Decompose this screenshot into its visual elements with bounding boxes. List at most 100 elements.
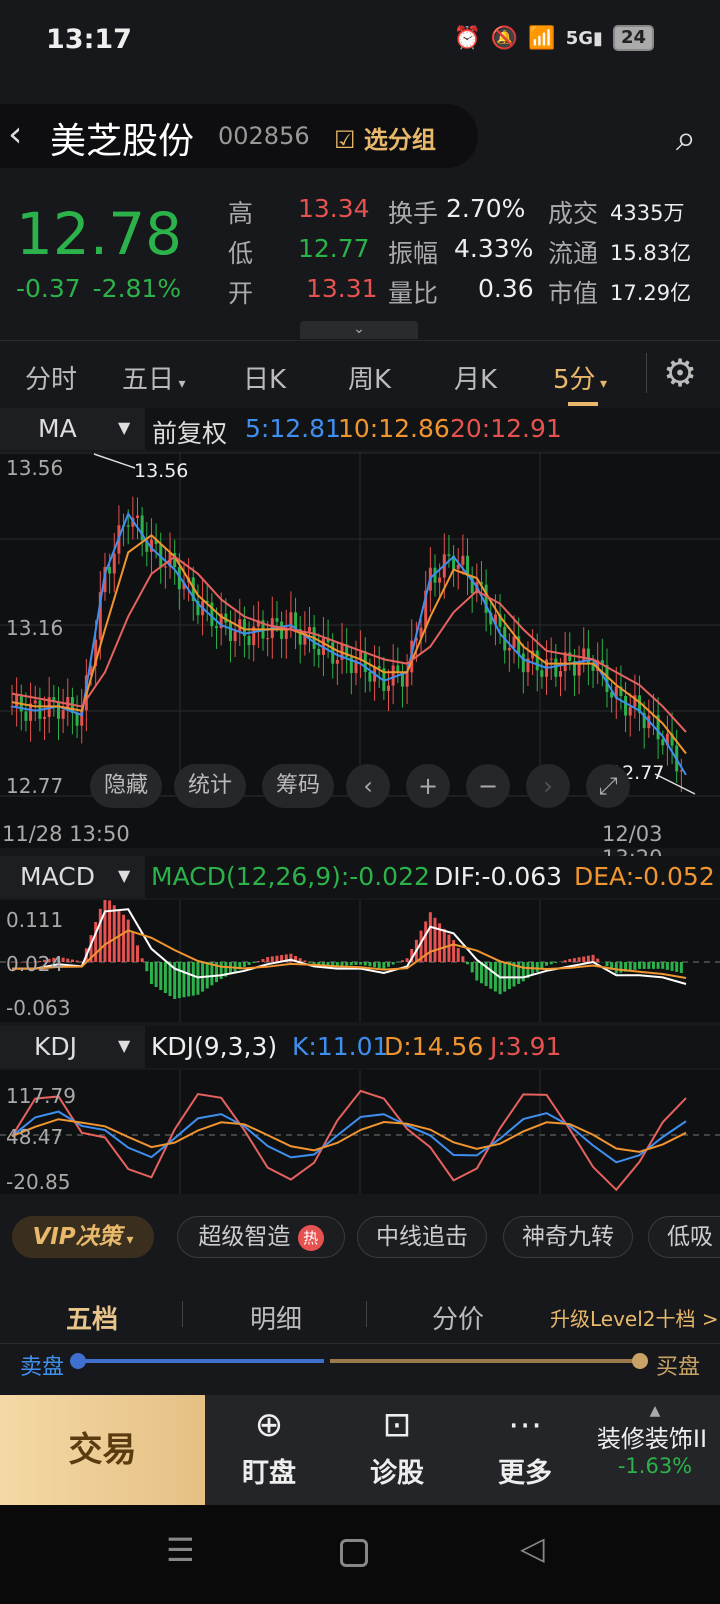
- more-label: 更多: [498, 1458, 552, 1489]
- kdj-dropdown[interactable]: KDJ ▼: [0, 1026, 145, 1068]
- more-button[interactable]: ⋯ 更多: [470, 1405, 580, 1490]
- active-tab-indicator: [568, 402, 598, 406]
- candle-body: [43, 716, 47, 719]
- fullscreen-button[interactable]: ⤢: [586, 764, 630, 808]
- watch-button[interactable]: ⊕ 盯盘: [214, 1405, 324, 1490]
- back-icon[interactable]: ‹: [8, 114, 22, 155]
- quote-label: 成交: [548, 199, 599, 228]
- tab-five-levels[interactable]: 五档: [66, 1299, 118, 1336]
- scroll-right-button[interactable]: ›: [526, 764, 570, 808]
- hot-badge: 热: [297, 1224, 324, 1251]
- search-icon[interactable]: ⌕: [676, 118, 696, 160]
- pill-super-smart[interactable]: 超级智造 热: [177, 1216, 345, 1258]
- signal-icon: 5G▮: [565, 27, 603, 49]
- pill-low-buy[interactable]: 低吸: [648, 1216, 720, 1258]
- back-nav-icon[interactable]: ◁: [520, 1529, 545, 1567]
- macd-bar: [122, 914, 126, 962]
- kdj-chart[interactable]: 117.79 48.47 -20.85: [0, 1070, 720, 1194]
- macd-bar: [266, 957, 270, 962]
- scroll-left-button[interactable]: ‹: [346, 764, 390, 808]
- candle-body: [391, 665, 395, 686]
- candle-body: [228, 622, 232, 642]
- period-tabs: 分时 五日 ▾ 日K 周K 月K 5分 ▾ ⚙: [0, 340, 720, 406]
- buy-bar: [330, 1359, 640, 1363]
- candle-body: [368, 672, 372, 682]
- tab-details[interactable]: 明细: [250, 1299, 302, 1336]
- diagnose-button[interactable]: ⊡ 诊股: [342, 1405, 452, 1490]
- tab-monthly-k[interactable]: 月K: [454, 359, 497, 396]
- j-value: J:3.91: [490, 1032, 562, 1061]
- macd-bar: [191, 962, 195, 996]
- indicator-label: KDJ: [34, 1032, 78, 1061]
- kdj-y-mid: 48.47: [6, 1125, 64, 1149]
- macd-bar: [405, 958, 409, 962]
- sector-name: 装修装饰II: [596, 1425, 708, 1453]
- sell-bar: [78, 1359, 324, 1363]
- tab-weekly-k[interactable]: 周K: [348, 359, 391, 396]
- macd-bar: [475, 962, 479, 981]
- stats-button[interactable]: 统计: [174, 764, 246, 808]
- upgrade-level2-link[interactable]: 升级Level2十档 >: [550, 1303, 719, 1332]
- macd-bars: [10, 900, 683, 999]
- select-group-button[interactable]: ☑ 选分组: [334, 120, 436, 155]
- gear-icon[interactable]: ⚙: [663, 351, 697, 395]
- macd-chart[interactable]: 0.111 0.024 -0.063: [0, 900, 720, 1022]
- quote-label: 高: [228, 199, 254, 228]
- zoom-out-button[interactable]: −: [466, 764, 510, 808]
- stock-header: ‹ 美芝股份 002856 ☑ 选分组 ⌕ 12.78 -0.37 -2.81%…: [0, 84, 720, 339]
- candle-body: [61, 710, 65, 719]
- macd-dropdown[interactable]: MACD ▼: [0, 856, 145, 898]
- macd-bar: [535, 962, 539, 972]
- candle-body: [387, 685, 391, 691]
- candle-body: [56, 702, 60, 719]
- tab-five-day[interactable]: 五日 ▾: [122, 359, 186, 396]
- quote-label: 量比: [388, 279, 439, 308]
- macd-bar: [549, 962, 553, 965]
- candle-body: [307, 627, 311, 632]
- battery-icon: 24: [612, 25, 654, 51]
- trade-button[interactable]: 交易: [0, 1395, 205, 1505]
- pill-label: VIP决策: [32, 1224, 122, 1250]
- tab-price-split[interactable]: 分价: [432, 1299, 484, 1336]
- vip-decision-button[interactable]: VIP决策 ▾: [12, 1216, 154, 1258]
- price-change: -0.37 -2.81%: [16, 274, 181, 303]
- home-icon[interactable]: [340, 1539, 368, 1567]
- macd-plot: [0, 900, 720, 1022]
- candle-body: [24, 711, 28, 721]
- macd-bar: [442, 928, 446, 962]
- tab-5min[interactable]: 5分 ▾: [553, 359, 607, 396]
- y-axis-bottom: 12.77: [6, 774, 64, 798]
- macd-bar: [456, 948, 460, 962]
- adjust-mode[interactable]: 前复权: [152, 414, 227, 450]
- macd-bar: [554, 962, 558, 963]
- macd-bar: [675, 962, 679, 972]
- macd-bar: [642, 962, 646, 969]
- menu-icon[interactable]: ☰: [166, 1531, 195, 1569]
- pill-magic-nine[interactable]: 神奇九转: [503, 1216, 633, 1258]
- ma-lines: [11, 511, 687, 776]
- indicator-dropdown[interactable]: MA ▼: [0, 408, 145, 450]
- macd-info-bar: MACD ▼ MACD(12,26,9):-0.022 DIF:-0.063 D…: [0, 856, 720, 898]
- sector-card[interactable]: ▲ 装修装饰II -1.63%: [590, 1403, 720, 1478]
- candle-body: [405, 672, 409, 687]
- expand-handle[interactable]: ⌄: [300, 321, 418, 339]
- candle-body: [568, 652, 572, 662]
- macd-bar: [545, 962, 549, 966]
- tab-daily-k[interactable]: 日K: [243, 359, 286, 396]
- macd-bar: [596, 958, 600, 962]
- quote-value: 15.83亿: [610, 241, 692, 265]
- stock-name: 美芝股份: [50, 121, 195, 162]
- hide-button[interactable]: 隐藏: [90, 764, 162, 808]
- macd-bar: [126, 919, 130, 962]
- zoom-in-button[interactable]: +: [406, 764, 450, 808]
- high-marker-label: 13.56: [134, 460, 189, 482]
- macd-bar: [70, 959, 74, 962]
- chips-button[interactable]: 筹码: [262, 764, 334, 808]
- status-time: 13:17: [46, 24, 132, 55]
- tab-label: 5分: [553, 365, 596, 395]
- tab-intraday[interactable]: 分时: [25, 359, 77, 396]
- candle-body: [294, 612, 298, 629]
- time-axis-start: 11/28 13:50: [2, 822, 130, 846]
- pill-midline[interactable]: 中线追击: [357, 1216, 487, 1258]
- change-percent: -2.81%: [92, 274, 182, 303]
